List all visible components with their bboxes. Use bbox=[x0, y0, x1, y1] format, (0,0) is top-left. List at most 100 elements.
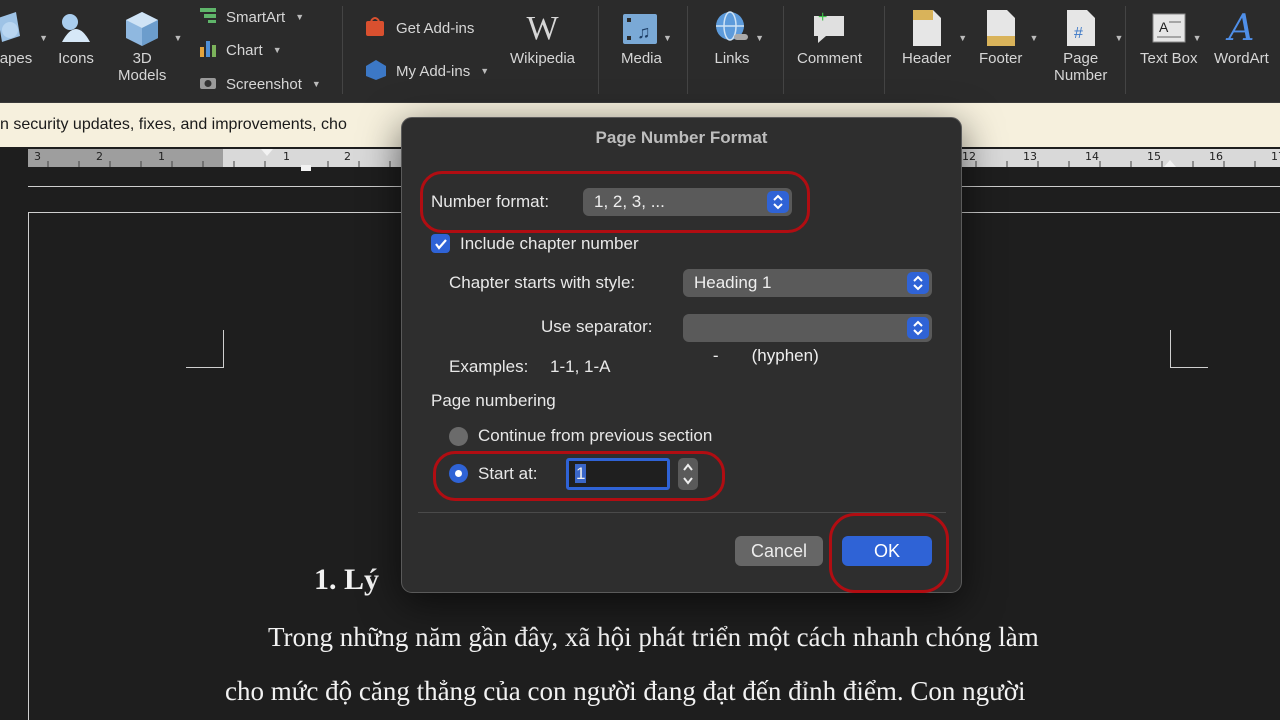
shapes-button[interactable]: apes ▼ bbox=[0, 6, 48, 67]
comment-label: Comment bbox=[797, 50, 863, 67]
examples-value: 1-1, 1-A bbox=[550, 357, 611, 376]
globe-link-icon bbox=[712, 6, 752, 50]
links-button[interactable]: Links ▼ bbox=[712, 6, 764, 67]
cube-icon bbox=[122, 6, 162, 50]
svg-text:#: # bbox=[1074, 25, 1083, 42]
chevron-down-icon: ▼ bbox=[173, 33, 183, 43]
smartart-icon bbox=[198, 6, 218, 28]
highlight-ok-button bbox=[829, 513, 949, 593]
continue-radio[interactable] bbox=[449, 427, 468, 446]
document-heading[interactable]: 1. Lý bbox=[314, 563, 379, 597]
ribbon-divider bbox=[1125, 6, 1126, 94]
svg-text:♫: ♫ bbox=[637, 22, 651, 42]
first-line-indent-marker bbox=[261, 149, 273, 156]
cancel-button[interactable]: Cancel bbox=[735, 536, 823, 566]
number-label: Number bbox=[1054, 67, 1108, 84]
svg-text:A: A bbox=[1159, 19, 1169, 35]
shapes-icon bbox=[0, 6, 36, 50]
document-paragraph-line[interactable]: cho mức độ căng thẳng của con người đang… bbox=[225, 676, 1026, 707]
text-box-label: Text Box bbox=[1140, 50, 1198, 67]
screenshot-button[interactable]: Screenshot ▼ bbox=[198, 73, 321, 95]
examples-label: Examples: bbox=[449, 357, 529, 376]
page-numbering-heading: Page numbering bbox=[431, 391, 556, 410]
wordart-label: WordArt bbox=[1214, 50, 1269, 67]
footer-label: Footer bbox=[979, 50, 1023, 67]
document-paragraph-line[interactable]: Trong những năm gần đây, xã hội phát tri… bbox=[268, 622, 1039, 653]
footer-icon bbox=[981, 6, 1021, 50]
get-addins-label: Get Add-ins bbox=[396, 19, 475, 37]
ribbon-divider bbox=[687, 6, 688, 94]
crop-mark-left bbox=[186, 330, 224, 368]
comment-icon: + bbox=[810, 6, 850, 50]
text-box-icon: A bbox=[1149, 6, 1189, 50]
chevron-down-icon: ▼ bbox=[958, 33, 968, 43]
footer-button[interactable]: Footer ▼ bbox=[979, 6, 1038, 67]
store-icon bbox=[364, 15, 388, 41]
media-button[interactable]: ♫ Media ▼ bbox=[621, 6, 672, 67]
3d-models-button[interactable]: 3D Models ▼ bbox=[118, 6, 182, 84]
highlight-number-format bbox=[420, 171, 810, 233]
chevron-down-icon: ▼ bbox=[272, 45, 282, 55]
crop-mark-right bbox=[1170, 330, 1208, 368]
get-addins-button[interactable]: Get Add-ins bbox=[364, 17, 474, 39]
chapter-style-select[interactable]: Heading 1 bbox=[683, 269, 932, 297]
wikipedia-button[interactable]: W Wikipedia bbox=[510, 6, 575, 67]
chevron-down-icon: ▼ bbox=[1114, 33, 1124, 43]
chevron-down-icon: ▼ bbox=[311, 79, 321, 89]
include-chapter-checkbox[interactable] bbox=[431, 234, 450, 253]
wordart-icon: A bbox=[1228, 7, 1255, 49]
smartart-button[interactable]: SmartArt ▼ bbox=[198, 6, 304, 28]
icons-button[interactable]: Icons bbox=[56, 6, 96, 67]
chevron-down-icon: ▼ bbox=[1192, 33, 1202, 43]
ribbon-divider bbox=[342, 6, 343, 94]
chevron-down-icon: ▼ bbox=[39, 33, 48, 43]
separator-label: Use separator: bbox=[541, 317, 653, 336]
icons-label: Icons bbox=[58, 50, 94, 67]
highlight-start-at bbox=[433, 451, 725, 501]
smartart-label: SmartArt bbox=[226, 8, 286, 26]
checkmark-icon bbox=[434, 238, 447, 250]
media-icon: ♫ bbox=[621, 6, 661, 50]
chevron-down-icon: ▼ bbox=[295, 12, 305, 22]
header-label: Header bbox=[902, 50, 952, 67]
chevron-down-icon: ▼ bbox=[662, 33, 672, 43]
models-label: Models bbox=[118, 67, 167, 84]
chevron-down-icon: ▼ bbox=[480, 66, 490, 76]
wikipedia-icon: W bbox=[526, 9, 559, 47]
wordart-button[interactable]: A WordArt bbox=[1214, 6, 1269, 67]
include-chapter-label[interactable]: Include chapter number bbox=[460, 234, 639, 254]
page-number-button[interactable]: # Page Number ▼ bbox=[1054, 6, 1123, 84]
addins-icon bbox=[364, 58, 388, 84]
ribbon-divider bbox=[598, 6, 599, 94]
ribbon-divider bbox=[884, 6, 885, 94]
separator-select[interactable]: - (hyphen) bbox=[683, 314, 932, 365]
page-label: Page bbox=[1063, 50, 1099, 67]
header-button[interactable]: Header ▼ bbox=[902, 6, 967, 67]
up-down-chevron-icon bbox=[907, 272, 929, 294]
icons-icon bbox=[56, 6, 96, 50]
shapes-label: apes bbox=[0, 50, 33, 67]
3d-label: 3D bbox=[132, 50, 152, 67]
wikipedia-label: Wikipedia bbox=[510, 50, 576, 67]
page-number-format-dialog: Page Number Format Number format: 1, 2, … bbox=[401, 117, 962, 593]
screenshot-label: Screenshot bbox=[226, 75, 302, 93]
ribbon-toolbar: apes ▼ Icons 3D Models ▼ SmartArt ▼ Char… bbox=[0, 0, 1280, 103]
svg-text:+: + bbox=[818, 9, 827, 26]
separator-value: - (hyphen) bbox=[712, 346, 819, 365]
header-icon bbox=[907, 6, 947, 50]
continue-label[interactable]: Continue from previous section bbox=[478, 426, 712, 446]
my-addins-button[interactable]: My Add-ins ▼ bbox=[364, 60, 489, 82]
chevron-down-icon: ▼ bbox=[1029, 33, 1039, 43]
chapter-style-label: Chapter starts with style: bbox=[449, 273, 636, 292]
comment-button[interactable]: + Comment bbox=[797, 6, 862, 67]
dialog-title: Page Number Format bbox=[595, 128, 768, 147]
left-indent-marker bbox=[301, 165, 311, 171]
links-label: Links bbox=[714, 50, 750, 67]
camera-icon bbox=[198, 73, 218, 95]
up-down-chevron-icon bbox=[907, 317, 929, 339]
my-addins-label: My Add-ins bbox=[396, 62, 471, 80]
chart-button[interactable]: Chart ▼ bbox=[198, 39, 282, 61]
right-indent-marker bbox=[1164, 160, 1176, 167]
chevron-down-icon: ▼ bbox=[755, 33, 764, 43]
text-box-button[interactable]: A Text Box ▼ bbox=[1140, 6, 1202, 67]
